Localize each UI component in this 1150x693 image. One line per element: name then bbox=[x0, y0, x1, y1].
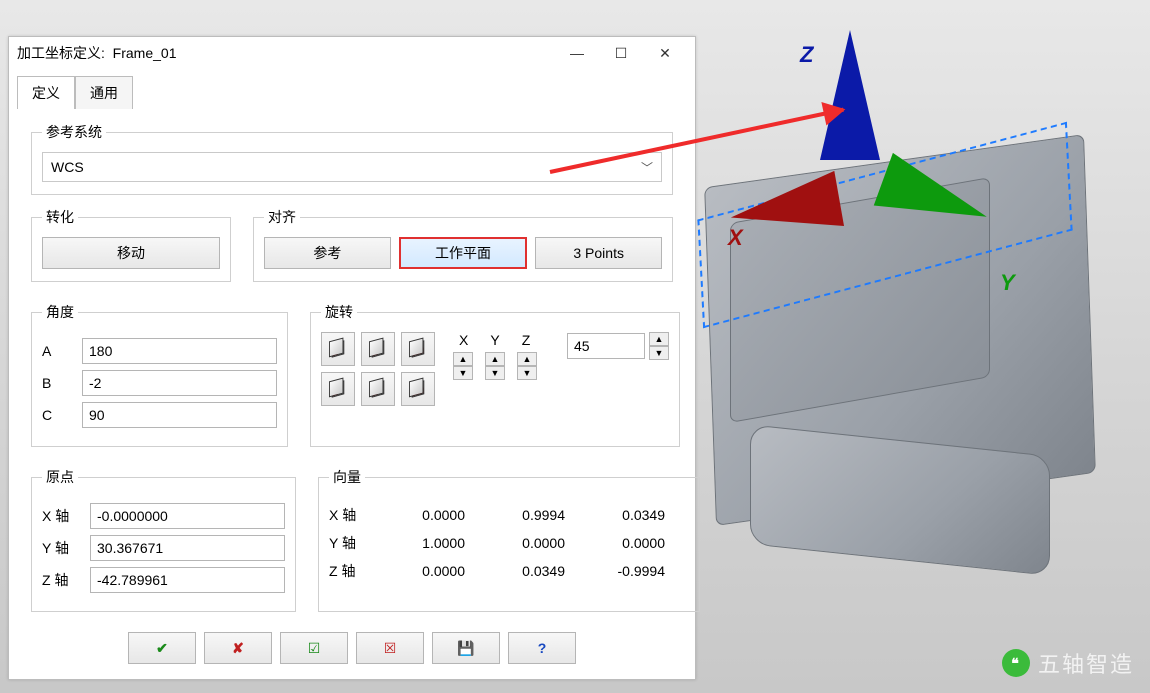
angle-b-input[interactable] bbox=[82, 370, 277, 396]
group-angle: 角度 A B C bbox=[31, 302, 288, 447]
angle-legend: 角度 bbox=[42, 302, 78, 322]
angle-b-label: B bbox=[42, 375, 82, 391]
transform-legend: 转化 bbox=[42, 207, 78, 227]
origin-z-input[interactable] bbox=[90, 567, 285, 593]
origin-legend: 原点 bbox=[42, 467, 78, 487]
angle-c-input[interactable] bbox=[82, 402, 277, 428]
rotate-cube-1[interactable] bbox=[321, 332, 355, 366]
rotate-step-spinner[interactable]: ▲▼ bbox=[649, 332, 669, 360]
group-ref-system: 参考系统 WCS ﹀ bbox=[31, 122, 673, 195]
rotate-legend: 旋转 bbox=[321, 302, 357, 322]
rot-z-spinner[interactable]: ▲▼ bbox=[517, 352, 537, 380]
rot-y-spinner[interactable]: ▲▼ bbox=[485, 352, 505, 380]
align-3points-button[interactable]: 3 Points bbox=[535, 237, 662, 269]
group-origin: 原点 X 轴 Y 轴 Z 轴 bbox=[31, 467, 296, 612]
origin-y-label: Y 轴 bbox=[42, 538, 90, 558]
angle-a-label: A bbox=[42, 343, 82, 359]
save-icon: 💾 bbox=[457, 640, 474, 657]
help-icon: ? bbox=[538, 640, 547, 656]
align-legend: 对齐 bbox=[264, 207, 300, 227]
x-icon: ✘ bbox=[232, 640, 244, 657]
tabpanel-define: 参考系统 WCS ﹀ 转化 移动 对齐 参考 工作平面 3 Points bbox=[19, 108, 685, 672]
tab-strip: 定义 通用 bbox=[9, 69, 695, 108]
group-rotate: 旋转 X Y Z bbox=[310, 302, 680, 447]
rotate-cube-5[interactable] bbox=[361, 372, 395, 406]
rotate-step-input[interactable] bbox=[567, 333, 645, 359]
rotate-cube-2[interactable] bbox=[361, 332, 395, 366]
align-workplane-button[interactable]: 工作平面 bbox=[399, 237, 528, 269]
apply-check-icon: ☑ bbox=[308, 640, 321, 657]
axis-y-label: Y bbox=[1000, 270, 1015, 296]
rot-z-label: Z bbox=[522, 332, 531, 348]
rotate-cube-6[interactable] bbox=[401, 372, 435, 406]
tab-general[interactable]: 通用 bbox=[75, 76, 133, 109]
axis-x-label: X bbox=[728, 225, 743, 251]
origin-z-label: Z 轴 bbox=[42, 570, 90, 590]
rotate-cube-4[interactable] bbox=[321, 372, 355, 406]
close-button[interactable]: ✕ bbox=[643, 39, 687, 67]
rot-x-label: X bbox=[459, 332, 468, 348]
rotate-cube-grid bbox=[321, 332, 435, 406]
title-name: Frame_01 bbox=[113, 45, 177, 61]
angle-a-input[interactable] bbox=[82, 338, 277, 364]
frame-definition-dialog: 加工坐标定义: Frame_01 — ☐ ✕ 定义 通用 参考系统 WCS ﹀ … bbox=[8, 36, 696, 680]
align-ref-button[interactable]: 参考 bbox=[264, 237, 391, 269]
axis-z-label: Z bbox=[800, 42, 813, 68]
check-icon: ✔ bbox=[156, 640, 168, 657]
vector-row-y: Y 轴 1.0000 0.0000 0.0000 bbox=[329, 533, 689, 553]
wechat-logo-icon: ❝ bbox=[1002, 649, 1030, 677]
rot-y-label: Y bbox=[490, 332, 499, 348]
rot-x-spinner[interactable]: ▲▼ bbox=[453, 352, 473, 380]
cancel-button[interactable]: ✘ bbox=[204, 632, 272, 664]
group-transform: 转化 移动 bbox=[31, 207, 231, 282]
tab-define[interactable]: 定义 bbox=[17, 76, 75, 109]
reset-x-icon: ☒ bbox=[384, 640, 397, 657]
origin-x-input[interactable] bbox=[90, 503, 285, 529]
group-vector: 向量 X 轴 0.0000 0.9994 0.0349 Y 轴 1.0000 0… bbox=[318, 467, 700, 612]
vector-row-x: X 轴 0.0000 0.9994 0.0349 bbox=[329, 505, 689, 525]
chevron-down-icon: ﹀ bbox=[641, 159, 653, 176]
origin-y-input[interactable] bbox=[90, 535, 285, 561]
vector-row-z: Z 轴 0.0000 0.0349 -0.9994 bbox=[329, 561, 689, 581]
ref-system-value: WCS bbox=[51, 159, 84, 175]
group-align: 对齐 参考 工作平面 3 Points bbox=[253, 207, 673, 282]
ok-button[interactable]: ✔ bbox=[128, 632, 196, 664]
minimize-button[interactable]: — bbox=[555, 39, 599, 67]
apply-button[interactable]: ☑ bbox=[280, 632, 348, 664]
axis-z-arrow-icon bbox=[820, 30, 880, 160]
ref-system-legend: 参考系统 bbox=[42, 122, 106, 142]
move-button[interactable]: 移动 bbox=[42, 237, 220, 269]
origin-x-label: X 轴 bbox=[42, 506, 90, 526]
title-prefix: 加工坐标定义: bbox=[17, 43, 105, 63]
reset-button[interactable]: ☒ bbox=[356, 632, 424, 664]
help-button[interactable]: ? bbox=[508, 632, 576, 664]
watermark-text: 五轴智造 bbox=[1038, 647, 1134, 679]
titlebar[interactable]: 加工坐标定义: Frame_01 — ☐ ✕ bbox=[9, 37, 695, 69]
maximize-button[interactable]: ☐ bbox=[599, 39, 643, 67]
rotate-cube-3[interactable] bbox=[401, 332, 435, 366]
save-button[interactable]: 💾 bbox=[432, 632, 500, 664]
watermark: ❝ 五轴智造 bbox=[1002, 647, 1134, 679]
dialog-bottom-bar: ✔ ✘ ☑ ☒ 💾 ? bbox=[27, 632, 677, 664]
angle-c-label: C bbox=[42, 407, 82, 423]
vector-legend: 向量 bbox=[329, 467, 365, 487]
